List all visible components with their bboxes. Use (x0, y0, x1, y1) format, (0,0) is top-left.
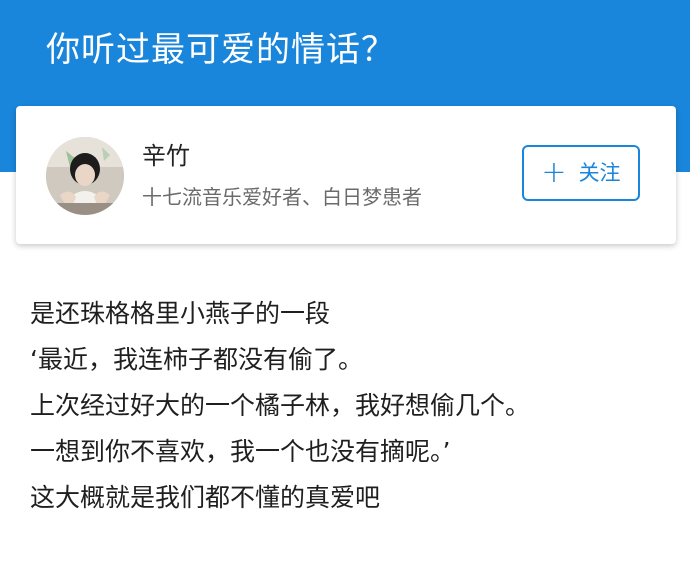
follow-label: 关注 (578, 161, 621, 185)
question-title[interactable]: 你听过最可爱的情话？ (46, 26, 396, 74)
author-bio: 十七流音乐爱好者、白日梦患者 (142, 185, 422, 209)
plus-icon: + (541, 155, 567, 190)
answer-line: 是还珠格格里小燕子的一段 (30, 299, 331, 328)
author-card[interactable]: 辛竹 十七流音乐爱好者、白日梦患者 + 关注 (16, 106, 676, 244)
follow-button[interactable]: + 关注 (522, 145, 640, 201)
answer-body: 是还珠格格里小燕子的一段 ‘最近，我连柿子都没有偷了。 上次经过好大的一个橘子林… (30, 291, 670, 521)
author-name[interactable]: 辛竹 (142, 140, 190, 172)
answer-line: 一想到你不喜欢，我一个也没有摘呢。’ (30, 437, 451, 466)
answer-line: 上次经过好大的一个橘子林，我好想偷几个。 (30, 391, 531, 420)
answer-line: ‘最近，我连柿子都没有偷了。 (30, 345, 363, 374)
author-avatar[interactable] (46, 137, 124, 215)
answer-line: 这大概就是我们都不懂的真爱吧 (30, 483, 381, 512)
avatar-icon (46, 137, 124, 215)
